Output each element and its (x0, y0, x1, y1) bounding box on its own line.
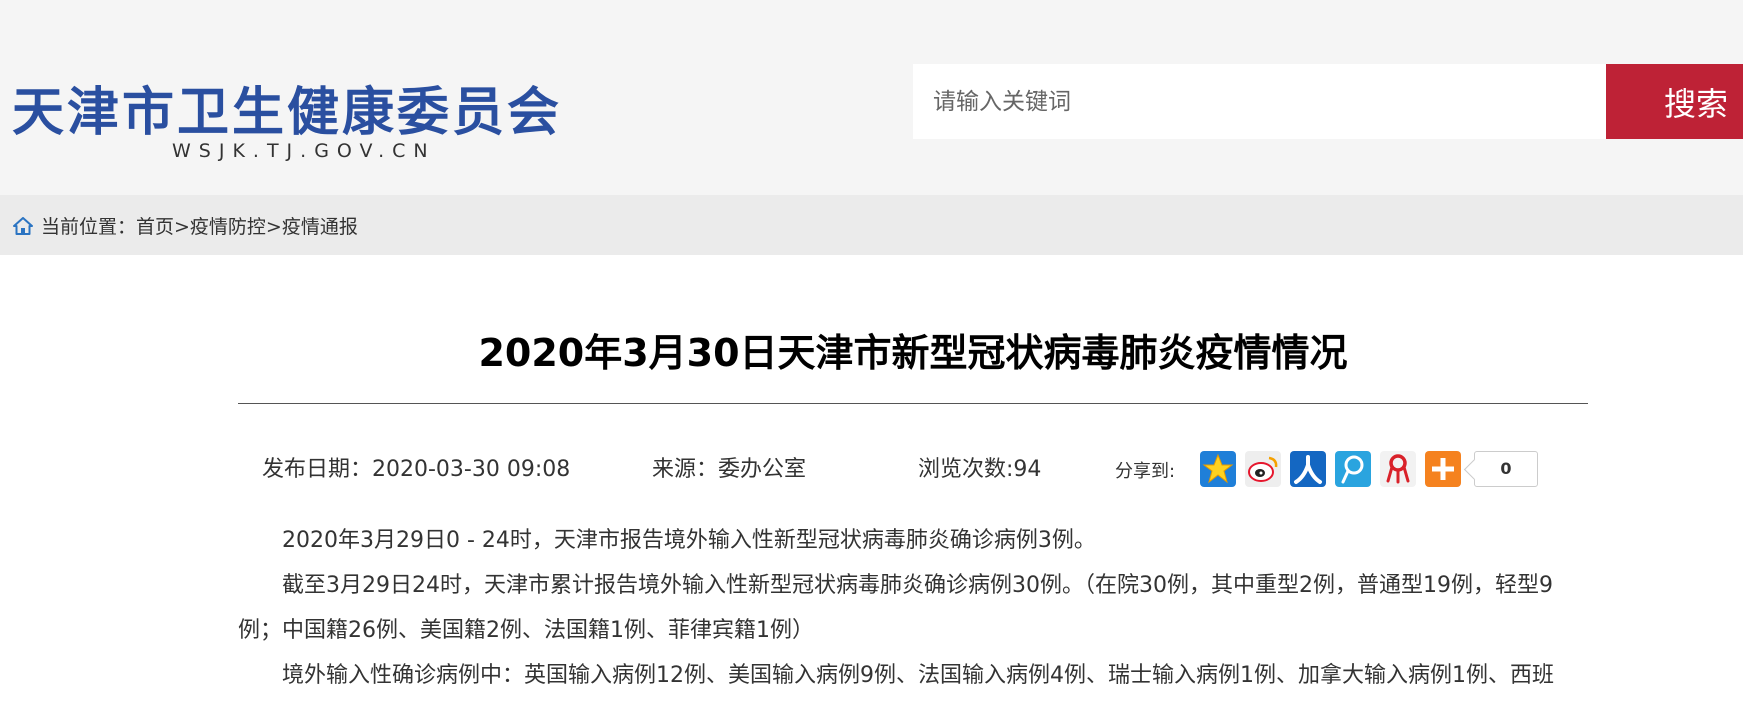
home-icon (13, 217, 33, 235)
publish-date: 发布日期：2020-03-30 09:08 (262, 457, 571, 482)
article-paragraph: 2020年3月29日0 - 24时，天津市报告境外输入性新型冠状病毒肺炎确诊病例… (282, 528, 1096, 553)
site-header: 天津市卫生健康委员会 WSJK.TJ.GOV.CN 搜索 (0, 0, 1743, 195)
article-title: 2020年3月30日天津市新型冠状病毒肺炎疫情情况 (478, 331, 1348, 375)
more-plus-icon[interactable] (1425, 451, 1461, 487)
site-logo-title[interactable]: 天津市卫生健康委员会 (12, 70, 562, 145)
qzone-star-icon[interactable] (1200, 451, 1236, 487)
tqq-icon[interactable] (1335, 451, 1371, 487)
breadcrumb[interactable]: 当前位置：首页>疫情防控>疫情通报 (41, 212, 358, 239)
share-label: 分享到: (1115, 461, 1176, 482)
share-count: 0 (1500, 459, 1512, 478)
search-button[interactable]: 搜索 (1606, 64, 1743, 139)
search-input[interactable] (913, 64, 1606, 139)
title-divider (238, 403, 1588, 404)
share-count-badge: 0 (1474, 451, 1538, 487)
weibo-icon[interactable] (1245, 451, 1281, 487)
renren-icon[interactable] (1290, 451, 1326, 487)
view-count: 浏览次数:94 (918, 457, 1042, 482)
red-ribbon-icon[interactable] (1380, 451, 1416, 487)
article-paragraph: 截至3月29日24时，天津市累计报告境外输入性新型冠状病毒肺炎确诊病例30例。（… (238, 573, 1553, 643)
article-paragraph: 境外输入性确诊病例中：英国输入病例12例、美国输入病例9例、法国输入病例4例、瑞… (282, 663, 1554, 688)
site-logo-domain: WSJK.TJ.GOV.CN (172, 140, 436, 162)
article-source: 来源：委办公室 (652, 457, 807, 482)
